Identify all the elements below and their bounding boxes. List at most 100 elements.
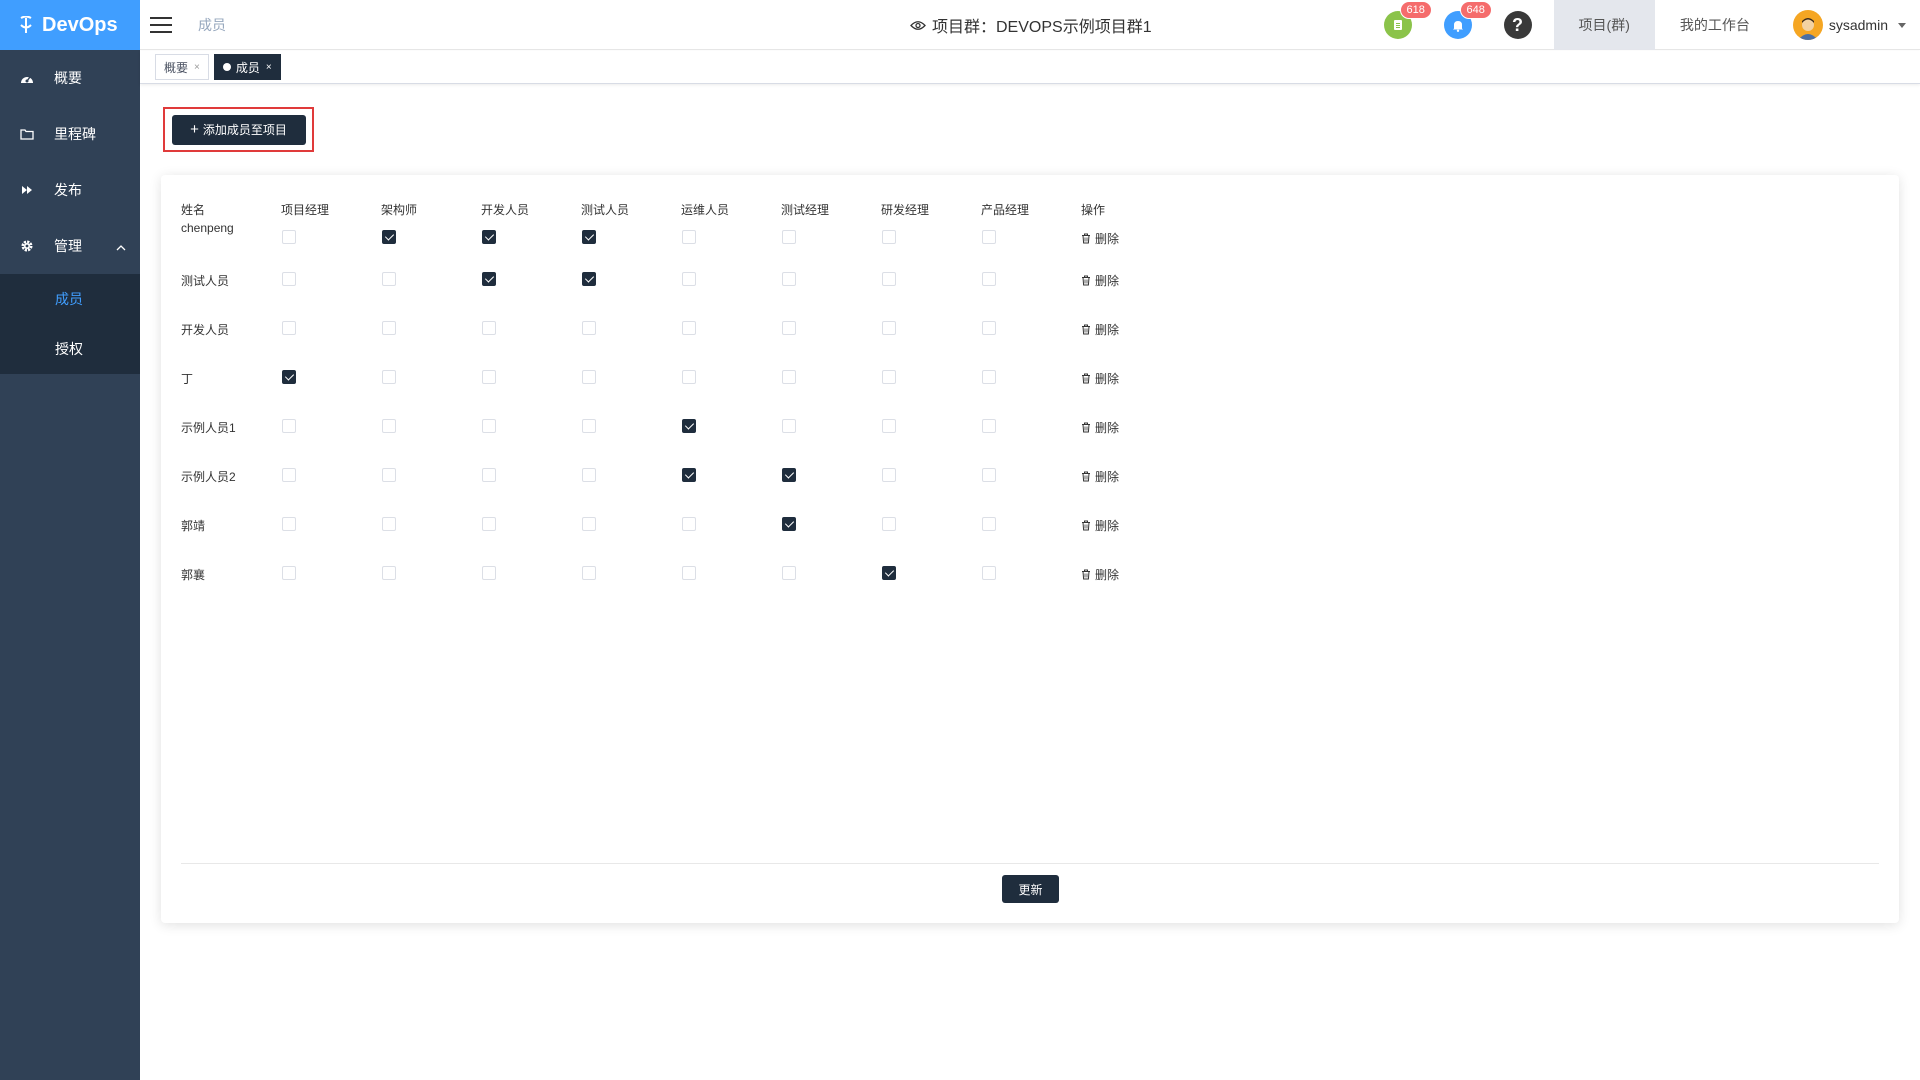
- role-checkbox[interactable]: [982, 566, 996, 580]
- role-checkbox[interactable]: [482, 419, 496, 433]
- role-checkbox[interactable]: [482, 370, 496, 384]
- delete-button[interactable]: 删除: [1081, 370, 1119, 387]
- notification-button[interactable]: 648: [1443, 1, 1492, 39]
- role-checkbox[interactable]: [282, 566, 296, 580]
- hamburger-menu-icon[interactable]: [150, 16, 172, 33]
- role-checkbox[interactable]: [582, 517, 596, 531]
- role-checkbox[interactable]: [582, 468, 596, 482]
- role-checkbox[interactable]: [982, 517, 996, 531]
- sidebar-item-overview[interactable]: 概要: [0, 50, 140, 106]
- add-member-button[interactable]: + 添加成员至项目: [171, 114, 306, 145]
- trash-icon: [1082, 373, 1090, 384]
- role-checkbox[interactable]: [982, 468, 996, 482]
- breadcrumb: 成员: [198, 16, 226, 33]
- role-cell: [581, 452, 681, 501]
- role-checkbox[interactable]: [582, 370, 596, 384]
- sidebar-item-release[interactable]: 发布: [0, 162, 140, 218]
- role-checkbox[interactable]: [882, 419, 896, 433]
- delete-button[interactable]: 删除: [1081, 566, 1119, 583]
- role-checkbox[interactable]: [782, 272, 796, 286]
- role-checkbox[interactable]: [482, 517, 496, 531]
- role-checkbox[interactable]: [782, 468, 796, 482]
- role-checkbox[interactable]: [882, 272, 896, 286]
- role-checkbox[interactable]: [682, 230, 696, 244]
- role-checkbox[interactable]: [282, 230, 296, 244]
- role-checkbox[interactable]: [782, 321, 796, 335]
- role-checkbox[interactable]: [482, 566, 496, 580]
- role-checkbox[interactable]: [782, 230, 796, 244]
- role-checkbox[interactable]: [482, 468, 496, 482]
- sidebar-item-authorization[interactable]: 授权: [0, 324, 140, 374]
- role-checkbox[interactable]: [682, 419, 696, 433]
- delete-button[interactable]: 删除: [1081, 272, 1119, 289]
- role-checkbox[interactable]: [982, 272, 996, 286]
- role-cell: [381, 452, 481, 501]
- role-checkbox[interactable]: [682, 321, 696, 335]
- app-logo[interactable]: DevOps: [0, 0, 140, 50]
- role-checkbox[interactable]: [382, 468, 396, 482]
- role-checkbox[interactable]: [282, 517, 296, 531]
- role-checkbox[interactable]: [682, 272, 696, 286]
- close-icon[interactable]: ×: [266, 62, 272, 73]
- chevron-up-icon: [116, 238, 126, 254]
- role-checkbox[interactable]: [682, 517, 696, 531]
- role-checkbox[interactable]: [582, 272, 596, 286]
- role-checkbox[interactable]: [582, 230, 596, 244]
- role-checkbox[interactable]: [382, 517, 396, 531]
- sidebar-item-manage[interactable]: 管理: [0, 218, 140, 274]
- role-checkbox[interactable]: [982, 321, 996, 335]
- delete-button[interactable]: 删除: [1081, 419, 1119, 436]
- app-name: DevOps: [42, 13, 118, 36]
- delete-button[interactable]: 删除: [1081, 517, 1119, 534]
- role-checkbox[interactable]: [282, 272, 296, 286]
- role-checkbox[interactable]: [382, 370, 396, 384]
- role-checkbox[interactable]: [282, 321, 296, 335]
- role-checkbox[interactable]: [482, 230, 496, 244]
- tag-members[interactable]: 成员 ×: [213, 54, 281, 80]
- role-checkbox[interactable]: [682, 370, 696, 384]
- role-checkbox[interactable]: [782, 419, 796, 433]
- close-icon[interactable]: ×: [194, 62, 200, 73]
- role-checkbox[interactable]: [382, 321, 396, 335]
- role-checkbox[interactable]: [382, 419, 396, 433]
- delete-button[interactable]: 删除: [1081, 468, 1119, 485]
- role-checkbox[interactable]: [982, 370, 996, 384]
- role-checkbox[interactable]: [782, 517, 796, 531]
- role-checkbox[interactable]: [782, 370, 796, 384]
- role-checkbox[interactable]: [882, 468, 896, 482]
- role-checkbox[interactable]: [282, 370, 296, 384]
- role-checkbox[interactable]: [582, 566, 596, 580]
- role-checkbox[interactable]: [882, 230, 896, 244]
- role-checkbox[interactable]: [882, 566, 896, 580]
- role-checkbox[interactable]: [282, 468, 296, 482]
- sidebar-item-members[interactable]: 成员: [0, 274, 140, 324]
- role-checkbox[interactable]: [482, 272, 496, 286]
- user-menu[interactable]: sysadmin: [1775, 10, 1920, 40]
- role-cell: [481, 403, 581, 452]
- role-checkbox[interactable]: [882, 321, 896, 335]
- task-button[interactable]: 618: [1383, 1, 1432, 39]
- role-checkbox[interactable]: [682, 566, 696, 580]
- update-button[interactable]: 更新: [1002, 875, 1059, 903]
- role-checkbox[interactable]: [382, 272, 396, 286]
- help-icon[interactable]: ?: [1503, 11, 1532, 39]
- role-checkbox[interactable]: [882, 370, 896, 384]
- role-cell: [981, 452, 1081, 501]
- role-checkbox[interactable]: [982, 230, 996, 244]
- role-checkbox[interactable]: [782, 566, 796, 580]
- tab-project-group[interactable]: 项目(群): [1553, 0, 1655, 50]
- role-checkbox[interactable]: [682, 468, 696, 482]
- tag-overview[interactable]: 概要 ×: [155, 54, 209, 80]
- role-checkbox[interactable]: [282, 419, 296, 433]
- tab-my-workbench[interactable]: 我的工作台: [1655, 0, 1775, 50]
- role-checkbox[interactable]: [882, 517, 896, 531]
- delete-button[interactable]: 删除: [1081, 321, 1119, 338]
- role-checkbox[interactable]: [982, 419, 996, 433]
- role-checkbox[interactable]: [382, 566, 396, 580]
- delete-button[interactable]: 删除: [1081, 230, 1119, 247]
- role-checkbox[interactable]: [382, 230, 396, 244]
- role-checkbox[interactable]: [582, 419, 596, 433]
- sidebar-item-milestone[interactable]: 里程碑: [0, 106, 140, 162]
- role-checkbox[interactable]: [582, 321, 596, 335]
- role-checkbox[interactable]: [482, 321, 496, 335]
